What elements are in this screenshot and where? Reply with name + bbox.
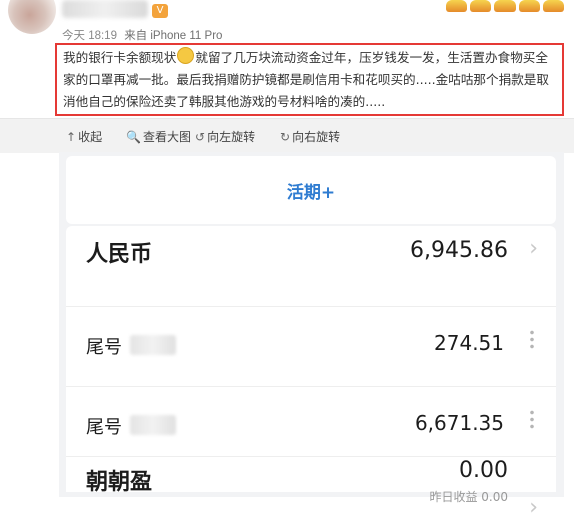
account-number-blurred (130, 415, 176, 435)
zhaozhaoying-label: 朝朝盈 (86, 470, 153, 495)
more-icon[interactable] (530, 409, 534, 431)
collapse-label: 收起 (78, 130, 103, 144)
chevron-right-icon: › (529, 495, 538, 520)
sticker-icon (446, 0, 468, 12)
post-text-highlighted: 我的银行卡余额现状 就留了几万块流动资金过年，压岁钱发一发，生活置办食物买全家的口… (55, 43, 564, 116)
tab-current-deposit[interactable]: 活期+ (66, 178, 556, 203)
account-label: 尾号 (86, 337, 122, 358)
zhaozhaoying-amount: 0.00 (459, 458, 508, 483)
sticker-icon (518, 0, 540, 12)
thinking-emoji-icon (177, 47, 195, 64)
post-meta: 今天 18:19 来自 iPhone 11 Pro (62, 27, 222, 43)
tab-card: 活期+ (66, 156, 556, 224)
bank-screenshot: 活期+ 人民币 6,945.86 › 尾号 274.51 尾号 6,671.35… (59, 152, 564, 520)
rotate-left-button[interactable]: ↺ 向左旋转 (195, 128, 255, 145)
rotate-left-icon: ↺ (195, 130, 206, 144)
rotate-right-label: 向右旋转 (292, 130, 341, 144)
chevron-right-icon: › (529, 236, 538, 261)
currency-total: 6,945.86 (410, 238, 508, 263)
collapse-button[interactable]: ↑ 收起 (66, 128, 102, 145)
more-icon[interactable] (530, 329, 534, 351)
account-row[interactable]: 尾号 6,671.35 (66, 386, 556, 457)
post-time: 今天 18:19 (62, 30, 117, 42)
rotate-right-button[interactable]: ↻ 向右旋转 (280, 128, 340, 145)
decorative-stickers (446, 0, 565, 16)
currency-label: 人民币 (86, 242, 153, 267)
post-text-part-a: 我的银行卡余额现状 (63, 50, 177, 65)
account-number-blurred (130, 335, 176, 355)
view-large-label: 查看大图 (142, 130, 191, 144)
account-amount: 274.51 (434, 331, 504, 355)
image-action-bar: ↑ 收起 🔍 查看大图 ↺ 向左旋转 ↻ 向右旋转 (0, 118, 574, 153)
account-card: 人民币 6,945.86 › 尾号 274.51 尾号 6,671.35 › 朝… (66, 226, 556, 520)
account-row[interactable]: 尾号 274.51 (66, 306, 556, 387)
avatar[interactable] (8, 0, 56, 34)
magnify-icon: 🔍 (126, 130, 141, 144)
rotate-left-label: 向左旋转 (207, 130, 256, 144)
sticker-icon (542, 0, 565, 12)
post-header: V 今天 18:19 来自 iPhone 11 Pro (0, 0, 574, 44)
rotate-right-icon: ↻ (280, 130, 291, 144)
account-label: 尾号 (86, 417, 122, 438)
username-blurred[interactable] (62, 0, 148, 18)
collapse-icon: ↑ (66, 130, 77, 144)
account-amount: 6,671.35 (414, 411, 504, 435)
post-source[interactable]: 来自 iPhone 11 Pro (124, 30, 222, 42)
view-large-button[interactable]: 🔍 查看大图 (126, 128, 191, 145)
sticker-icon (494, 0, 516, 12)
vip-badge-icon: V (152, 4, 168, 18)
currency-row[interactable]: 人民币 6,945.86 › (66, 226, 556, 306)
sticker-icon (470, 0, 492, 12)
